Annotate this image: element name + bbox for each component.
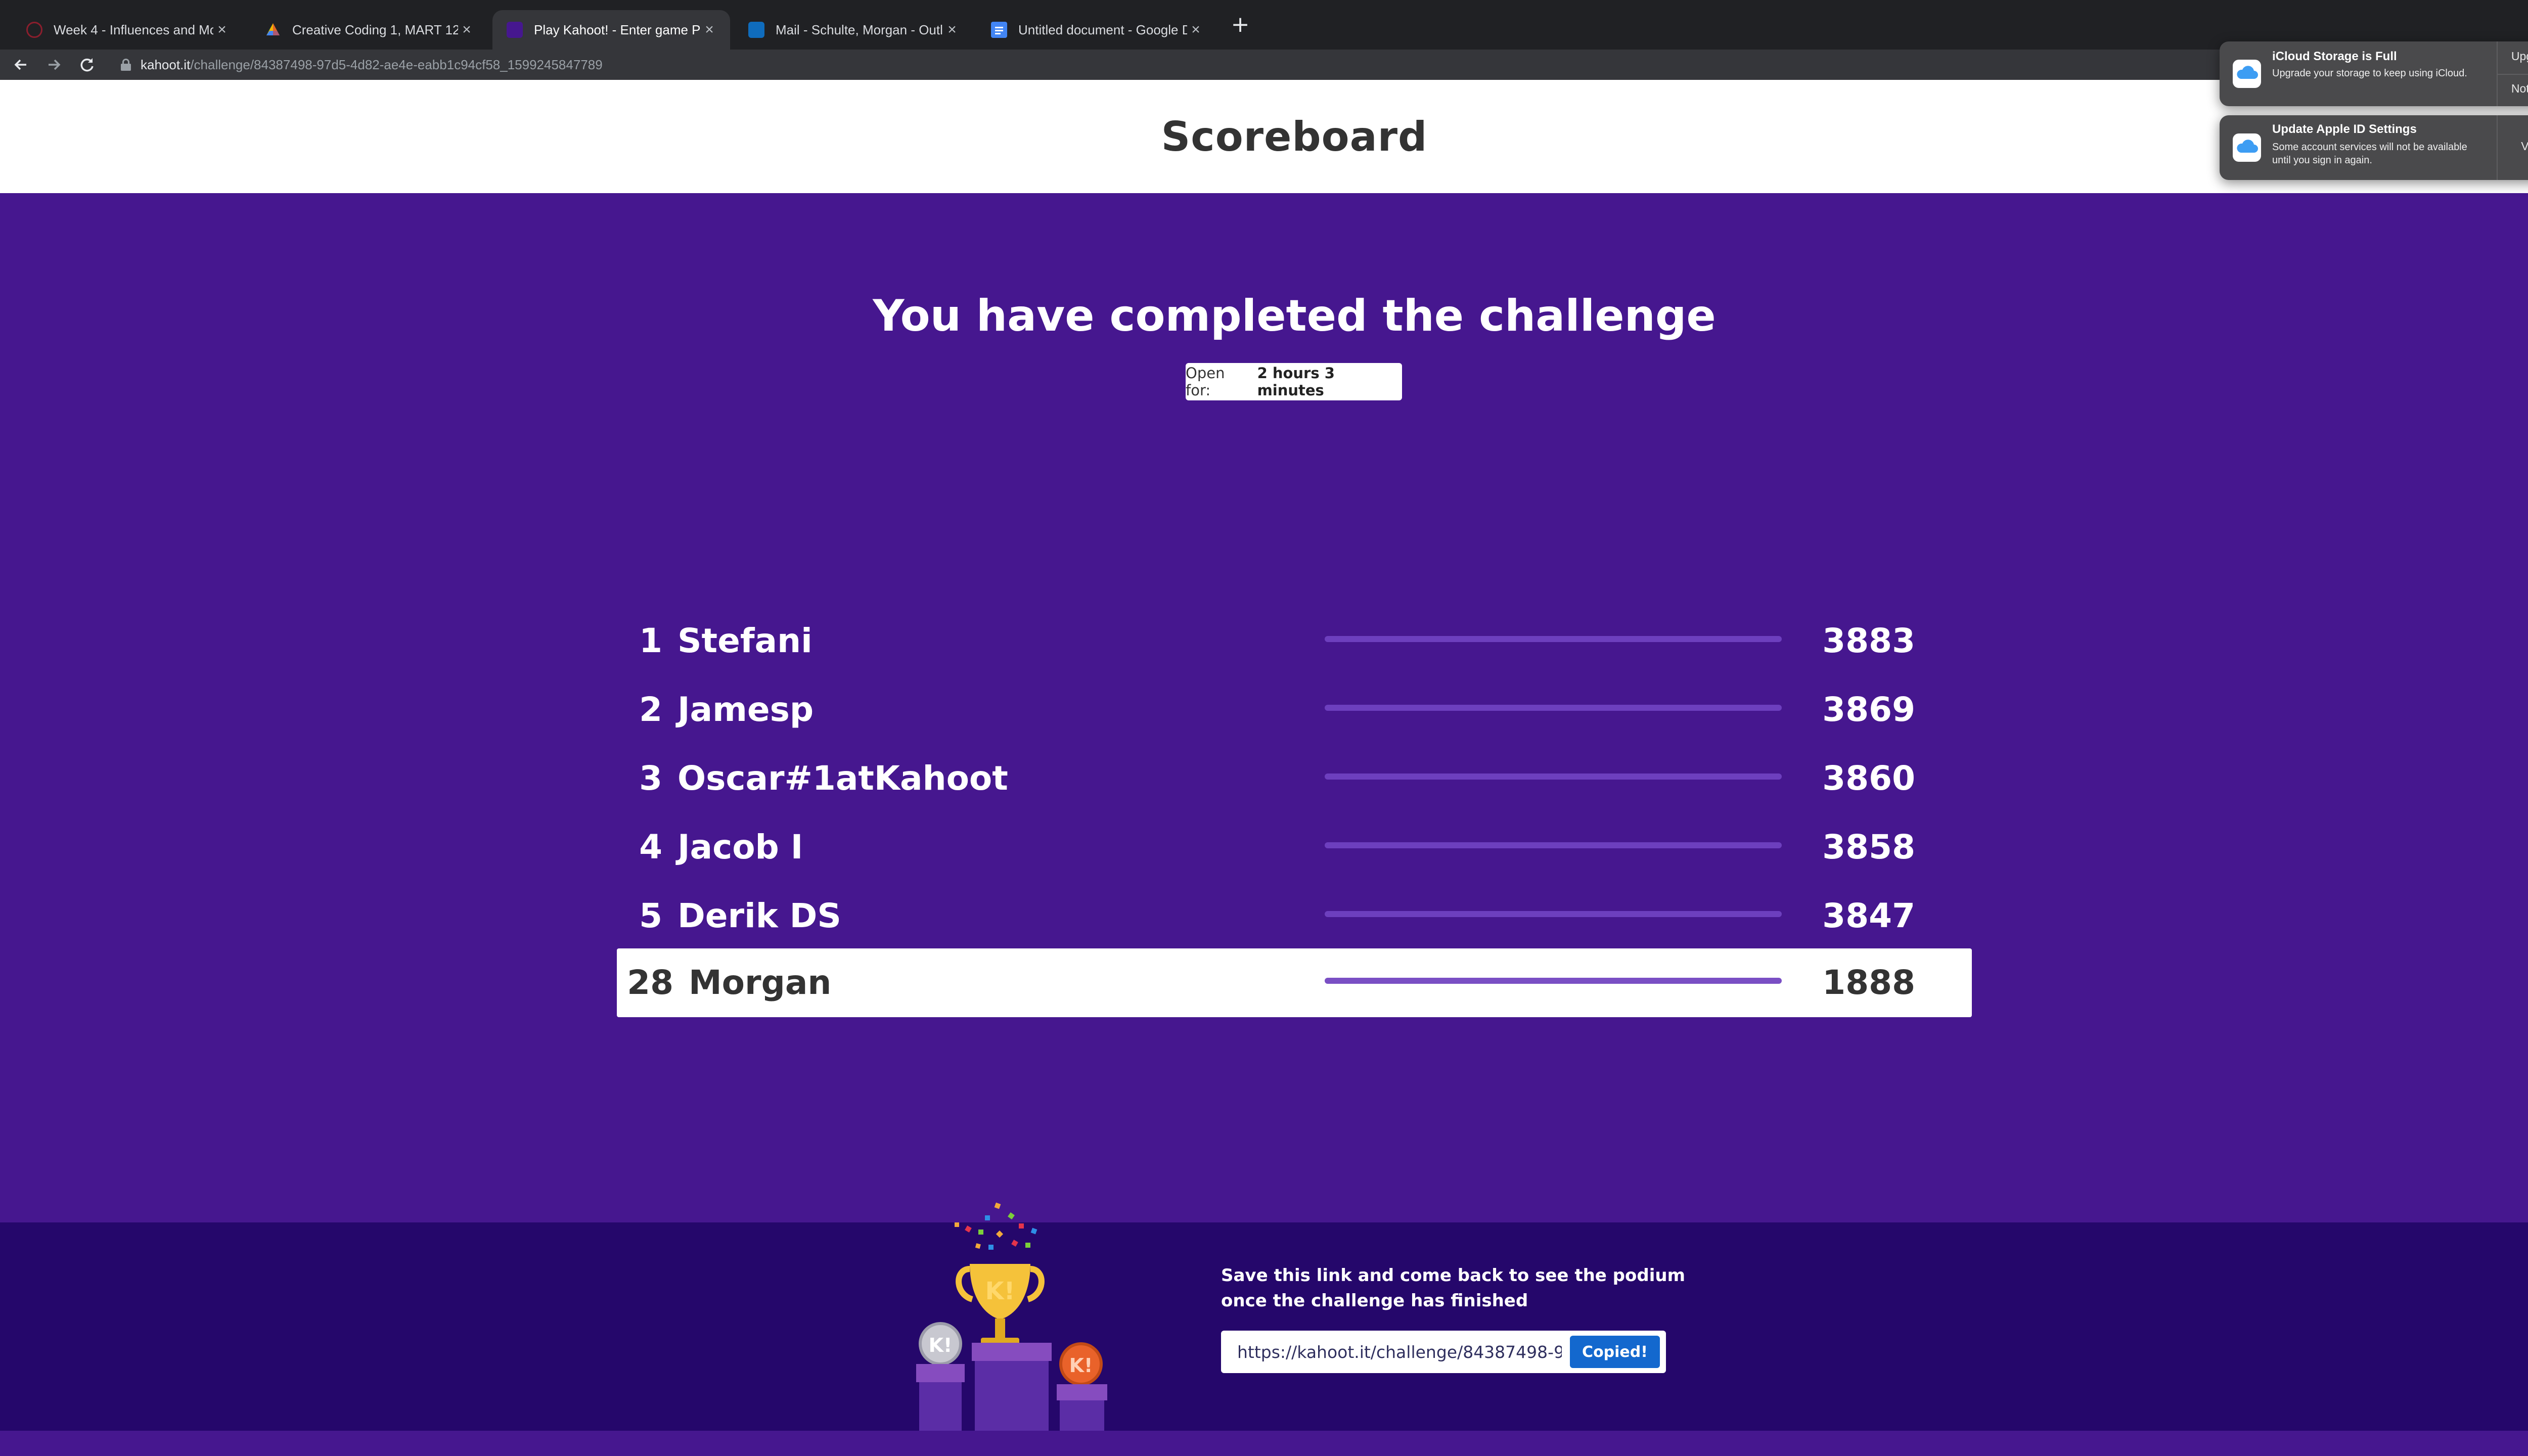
- rank: 1: [639, 621, 662, 660]
- page-header: Scoreboard: [0, 80, 2528, 193]
- completion-headline: You have completed the challenge: [873, 291, 1716, 341]
- copy-link-button[interactable]: Copied!: [1570, 1336, 1660, 1368]
- canvas-favicon-icon: [26, 22, 42, 38]
- reload-icon[interactable]: [76, 54, 98, 76]
- svg-text:K!: K!: [929, 1334, 953, 1356]
- close-tab-icon[interactable]: ×: [1187, 21, 1204, 38]
- notification-actions: Upgrade Not Now: [2497, 41, 2528, 106]
- upgrade-button[interactable]: Upgrade: [2498, 50, 2528, 63]
- icloud-icon: [2233, 60, 2261, 88]
- score-bar: [1325, 774, 1782, 780]
- notification-body: Some account services will not be availa…: [2272, 142, 2467, 166]
- scoreboard-row-current-player: 28 Morgan 1888: [617, 948, 1972, 1017]
- notification-title: Update Apple ID Settings: [2272, 122, 2417, 136]
- page-title: Scoreboard: [1161, 113, 1428, 160]
- docs-favicon-icon: [991, 22, 1007, 38]
- close-tab-icon[interactable]: ×: [943, 21, 961, 38]
- close-tab-icon[interactable]: ×: [213, 21, 231, 38]
- score-bar: [1325, 636, 1782, 642]
- player-name: Stefani: [678, 621, 812, 660]
- score-bar: [1325, 705, 1782, 711]
- share-link-box: Copied!: [1221, 1331, 1666, 1373]
- back-arrow-icon[interactable]: [10, 54, 32, 76]
- rank: 28: [627, 963, 673, 1002]
- close-tab-icon[interactable]: ×: [701, 21, 718, 38]
- open-for-label: Open for:: [1186, 365, 1225, 399]
- score-bar: [1325, 911, 1782, 917]
- scoreboard-row: 2 Jamesp 3869: [617, 675, 1972, 744]
- rank: 4: [639, 828, 662, 867]
- view-button[interactable]: View: [2498, 140, 2528, 153]
- score-bar: [1325, 842, 1782, 848]
- player-score: 3858: [1822, 828, 1915, 867]
- browser-tab-outlook[interactable]: Mail - Schulte, Morgan - Outlo ×: [734, 10, 973, 50]
- scoreboard-row: 3 Oscar#1atKahoot 3860: [617, 744, 1972, 813]
- browser-tab-bar: Week 4 - Influences and Mobil × Creative…: [0, 0, 2528, 50]
- icloud-icon: [2233, 133, 2261, 162]
- browser-tab-kahoot[interactable]: Play Kahoot! - Enter game PIN ×: [492, 10, 730, 50]
- svg-text:K!: K!: [985, 1277, 1015, 1305]
- silver-medal-icon: K!: [919, 1322, 962, 1366]
- lock-icon: [120, 59, 131, 71]
- player-name: Oscar#1atKahoot: [678, 759, 1008, 798]
- notification-icloud-storage[interactable]: iCloud Storage is Full Upgrade your stor…: [2220, 41, 2528, 106]
- url-path: /challenge/84387498-97d5-4d82-ae4e-eabb1…: [190, 57, 603, 72]
- open-for-badge: Open for: 2 hours 3 minutes: [1186, 363, 1402, 400]
- not-now-button[interactable]: Not Now: [2498, 82, 2528, 96]
- scoreboard-row: 4 Jacob I 3858: [617, 813, 1972, 882]
- new-tab-button[interactable]: +: [1228, 12, 1253, 37]
- browser-tab-creative-coding[interactable]: Creative Coding 1, MART 120 | ×: [251, 10, 487, 50]
- rank: 2: [639, 690, 662, 729]
- url-host: kahoot.it: [141, 57, 191, 72]
- footer-bottom-strip: [0, 1431, 2528, 1456]
- player-name: Morgan: [689, 963, 832, 1002]
- save-link-instructions: Save this link and come back to see the …: [1221, 1265, 1685, 1311]
- player-name: Jamesp: [678, 690, 814, 729]
- trophy-icon: K!: [956, 1264, 1045, 1346]
- open-for-value: 2 hours 3 minutes: [1257, 365, 1335, 399]
- player-score: 3869: [1822, 690, 1915, 729]
- address-bar[interactable]: kahoot.it/challenge/84387498-97d5-4d82-a…: [120, 53, 603, 77]
- bronze-medal-icon: K!: [1059, 1342, 1103, 1386]
- browser-tab-week4[interactable]: Week 4 - Influences and Mobil ×: [12, 10, 243, 50]
- notification-apple-id[interactable]: Update Apple ID Settings Some account se…: [2220, 115, 2528, 180]
- drive-favicon-icon: [265, 22, 281, 38]
- notification-title: iCloud Storage is Full: [2272, 50, 2397, 63]
- browser-tab-google-docs[interactable]: Untitled document - Google Do ×: [977, 10, 1216, 50]
- share-link-input[interactable]: [1230, 1338, 1569, 1366]
- player-score: 3883: [1822, 621, 1915, 660]
- notification-body: Upgrade your storage to keep using iClou…: [2272, 68, 2467, 79]
- rank: 3: [639, 759, 662, 798]
- browser-toolbar: kahoot.it/challenge/84387498-97d5-4d82-a…: [0, 50, 2528, 80]
- player-score: 3847: [1822, 896, 1915, 935]
- scoreboard-row: 5 Derik DS 3847: [617, 882, 1972, 950]
- podium-illustration: K! K! K!: [905, 1193, 1122, 1431]
- player-name: Jacob I: [678, 828, 803, 867]
- notification-actions: View: [2497, 115, 2528, 180]
- kahoot-favicon-icon: [507, 22, 523, 38]
- close-tab-icon[interactable]: ×: [458, 21, 475, 38]
- svg-text:K!: K!: [1069, 1354, 1093, 1377]
- player-score: 1888: [1822, 963, 1915, 1002]
- score-bar: [1325, 978, 1782, 984]
- forward-arrow-icon[interactable]: [42, 54, 65, 76]
- player-name: Derik DS: [678, 896, 841, 935]
- outlook-favicon-icon: [748, 22, 764, 38]
- rank: 5: [639, 896, 662, 935]
- scoreboard-row: 1 Stefani 3883: [617, 607, 1972, 675]
- footer-panel: [0, 1222, 2528, 1431]
- player-score: 3860: [1822, 759, 1915, 798]
- confetti-icon: [955, 1202, 1037, 1250]
